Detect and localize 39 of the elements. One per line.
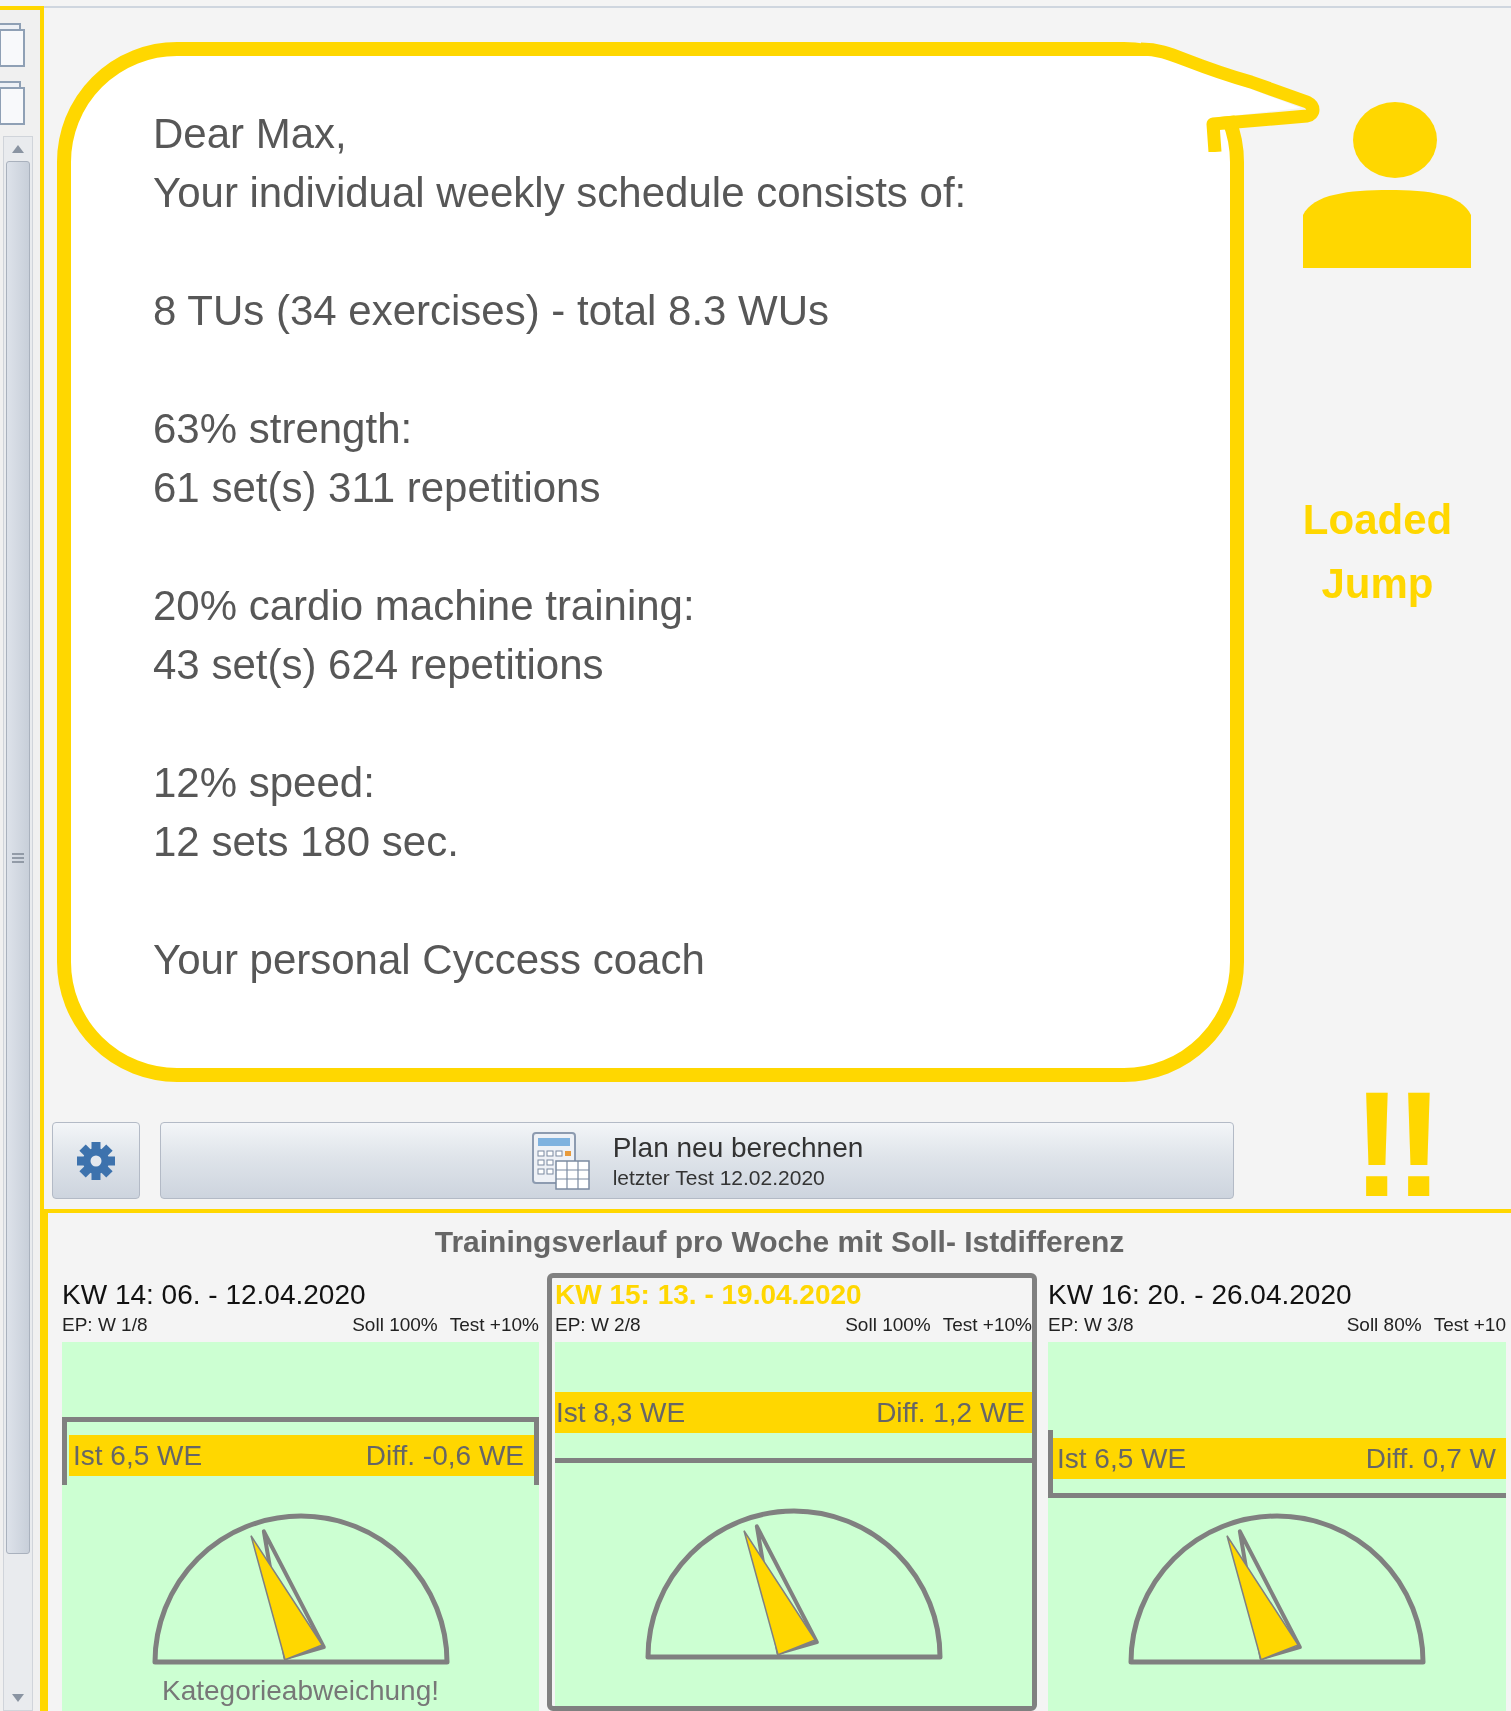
message-text: 12% speed: 12 sets 180 sec. xyxy=(153,758,460,867)
actual-text: Ist 8,3 WE xyxy=(556,1395,686,1430)
test-text: Test +10% xyxy=(942,1313,1032,1337)
message-text: 8 TUs (34 exercises) - total 8.3 WUs xyxy=(153,286,831,336)
week-title: KW 15: 13. - 19.04.2020 xyxy=(555,1278,863,1312)
scrollbar[interactable] xyxy=(3,136,33,1711)
test-text: Test +10% xyxy=(449,1313,539,1337)
message-text: Your personal Cyccess coach xyxy=(153,935,706,985)
target-text: Soll 100% xyxy=(352,1313,438,1337)
difference-text: Diff. 0,7 W xyxy=(1365,1441,1496,1476)
coach-label: Loaded Jump xyxy=(1301,495,1454,609)
actual-text: Ist 6,5 WE xyxy=(1057,1441,1187,1476)
plan-position: EP: W 2/8 xyxy=(555,1313,641,1337)
scroll-down-arrow[interactable] xyxy=(12,1694,24,1702)
message-text: Dear Max, Your individual weekly schedule consists of: xyxy=(153,109,968,218)
message-text: 20% cardio machine training: 43 set(s) 624 repetitions xyxy=(153,581,696,690)
difference-text: Diff. -0,6 WE xyxy=(365,1438,524,1473)
week-column[interactable]: KW 15: 13. - 19.04.2020 EP: W 2/8 Soll 100% Test +10% Ist 8,3 WE Diff. 1,2 WE xyxy=(547,1273,1037,1711)
document-icon[interactable] xyxy=(0,20,26,68)
week-title[interactable]: KW 14: 06. - 12.04.2020 xyxy=(62,1278,539,1312)
settings-icon xyxy=(77,1141,115,1180)
panel-title: Trainingsverlauf pro Woche mit Soll- Istdifferenz xyxy=(433,1224,1126,1260)
alert-marks: !! xyxy=(1352,1079,1436,1209)
week-title[interactable]: KW 16: 20. - 26.04.2020 xyxy=(1048,1278,1506,1312)
target-text: Soll 100% xyxy=(845,1313,931,1337)
calculator-icon xyxy=(530,1130,591,1191)
scroll-thumb[interactable] xyxy=(6,161,30,1554)
target-text: Soll 80% xyxy=(1346,1313,1422,1337)
message-text: 63% strength: 61 set(s) 311 repetitions xyxy=(153,404,602,513)
settings-button[interactable] xyxy=(52,1122,140,1199)
test-text: Test +10 xyxy=(1433,1313,1506,1337)
document-icon[interactable] xyxy=(0,78,26,126)
scroll-up-arrow[interactable] xyxy=(12,145,24,153)
actual-text: Ist 6,5 WE xyxy=(73,1438,203,1473)
plan-position: EP: W 3/8 xyxy=(1048,1313,1134,1337)
plan-position: EP: W 1/8 xyxy=(62,1313,148,1337)
warning-text: Kategorieabweichung! xyxy=(161,1674,440,1708)
difference-text: Diff. 1,2 WE xyxy=(876,1395,1025,1430)
recalculate-button[interactable]: Plan neu berechnen letzter Test 12.02.2020 xyxy=(160,1122,1234,1199)
